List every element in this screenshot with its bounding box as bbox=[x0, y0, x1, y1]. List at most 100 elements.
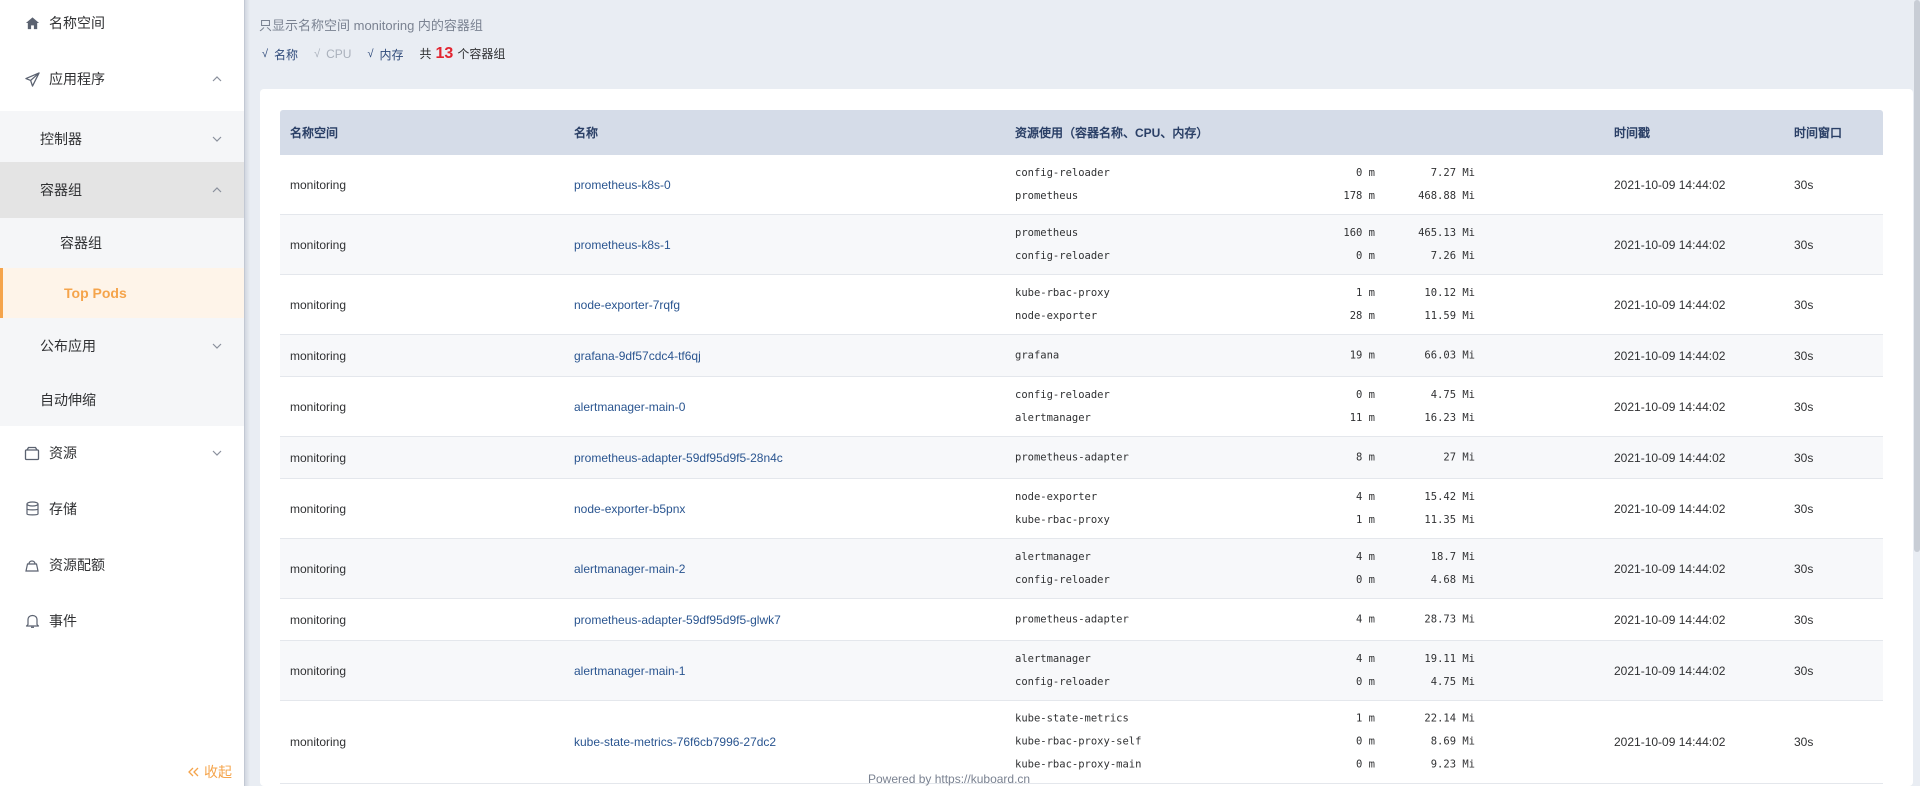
sidebar-item-label: 容器组 bbox=[40, 182, 82, 198]
container-cpu: 0 m bbox=[1356, 758, 1375, 771]
namespace-cell: monitoring bbox=[290, 663, 347, 678]
container-usage-list: kube-state-metrics 1 m 22.14 Mi kube-rbac-p… bbox=[1015, 708, 1495, 777]
container-name: prometheus bbox=[1015, 189, 1079, 202]
container-cpu: 8 m bbox=[1356, 451, 1375, 463]
sort-by-name[interactable]: √ 名称 bbox=[262, 46, 298, 63]
sidebar-item-resources[interactable]: 资源 bbox=[0, 428, 244, 478]
pod-name-link[interactable]: node-exporter-b5pnx bbox=[574, 502, 685, 516]
table-row: monitoring prometheus-k8s-0 config-reloade… bbox=[280, 155, 1883, 215]
container-memory: 9.23 Mi bbox=[1430, 758, 1475, 771]
container-cpu: 1 m bbox=[1356, 513, 1375, 526]
sidebar-item-label: 事件 bbox=[49, 613, 77, 629]
container-cpu: 1 m bbox=[1356, 712, 1375, 725]
total-count: 共 13 个容器组 bbox=[420, 45, 506, 63]
sidebar-item-label: 自动伸缩 bbox=[40, 392, 96, 408]
sort-label: 内存 bbox=[379, 47, 404, 62]
page-scrollbar[interactable] bbox=[1914, 0, 1920, 786]
pod-name-link[interactable]: prometheus-adapter-59df95d9f5-glwk7 bbox=[574, 613, 781, 627]
timestamp-cell: 2021-10-09 14:44:02 bbox=[1614, 612, 1726, 627]
collapse-sidebar-button[interactable]: 收起 bbox=[188, 760, 232, 784]
column-header-window[interactable]: 时间窗口 bbox=[1794, 124, 1842, 141]
container-usage: config-reloader 0 m 4.75 Mi bbox=[1015, 671, 1495, 694]
pod-name-link[interactable]: prometheus-adapter-59df95d9f5-28n4c bbox=[574, 451, 783, 465]
container-memory: 4.68 Mi bbox=[1430, 573, 1475, 586]
container-usage: prometheus 160 m 465.13 Mi bbox=[1015, 222, 1495, 245]
column-header-timestamp[interactable]: 时间戳 bbox=[1614, 124, 1650, 141]
container-usage: kube-rbac-proxy-main 0 m 9.23 Mi bbox=[1015, 754, 1495, 777]
sidebar-item-publish-apps[interactable]: 公布应用 bbox=[0, 318, 244, 374]
column-header-resources[interactable]: 资源使用（容器名称、CPU、内存） bbox=[1015, 124, 1208, 141]
sidebar-item-applications[interactable]: 应用程序 bbox=[0, 56, 244, 102]
sidebar-item-top-pods[interactable]: Top Pods bbox=[0, 268, 244, 318]
sidebar-item-storage[interactable]: 存储 bbox=[0, 484, 244, 534]
namespace-cell: monitoring bbox=[290, 348, 347, 363]
bell-icon bbox=[23, 612, 41, 630]
namespace-cell: monitoring bbox=[290, 177, 347, 192]
container-cpu: 0 m bbox=[1356, 735, 1375, 748]
table-row: monitoring kube-state-metrics-76f6cb7996-… bbox=[280, 701, 1883, 784]
table-row: monitoring alertmanager-main-2 alertmanage… bbox=[280, 539, 1883, 599]
table-row: monitoring grafana-9df57cdc4-tf6qj grafana… bbox=[280, 335, 1883, 377]
column-header-namespace[interactable]: 名称空间 bbox=[290, 124, 338, 141]
container-name: config-reloader bbox=[1015, 249, 1110, 262]
total-number: 13 bbox=[435, 45, 454, 62]
pod-name-link[interactable]: alertmanager-main-0 bbox=[574, 400, 685, 414]
pod-name-link[interactable]: prometheus-k8s-0 bbox=[574, 178, 671, 192]
scrollbar-thumb[interactable] bbox=[1914, 0, 1920, 552]
sidebar-item-label: 存储 bbox=[49, 501, 77, 517]
pod-name-link[interactable]: node-exporter-7rqfg bbox=[574, 298, 680, 312]
pod-name-link[interactable]: alertmanager-main-2 bbox=[574, 562, 685, 576]
sidebar-item-pods[interactable]: 容器组 bbox=[0, 218, 244, 268]
container-memory: 465.13 Mi bbox=[1418, 226, 1475, 239]
container-memory: 22.14 Mi bbox=[1424, 712, 1475, 725]
container-name: prometheus-adapter bbox=[1015, 451, 1129, 463]
window-cell: 30s bbox=[1794, 297, 1814, 312]
sort-label: CPU bbox=[326, 47, 352, 61]
sidebar-item-pods-group[interactable]: 容器组 bbox=[0, 162, 244, 218]
window-cell: 30s bbox=[1794, 501, 1814, 516]
chevron-down-icon bbox=[212, 136, 222, 142]
container-name: config-reloader bbox=[1015, 675, 1110, 688]
container-cpu: 0 m bbox=[1356, 675, 1375, 688]
sidebar-item-autoscaling[interactable]: 自动伸缩 bbox=[0, 374, 244, 426]
pod-name-link[interactable]: grafana-9df57cdc4-tf6qj bbox=[574, 349, 701, 363]
pod-name-link[interactable]: alertmanager-main-1 bbox=[574, 664, 685, 678]
sidebar-item-namespace[interactable]: 名称空间 bbox=[0, 0, 244, 46]
sidebar-item-events[interactable]: 事件 bbox=[0, 596, 244, 646]
container-usage: kube-rbac-proxy 1 m 11.35 Mi bbox=[1015, 509, 1495, 532]
container-memory: 27 Mi bbox=[1443, 451, 1475, 463]
home-icon bbox=[23, 14, 41, 32]
pod-name-link[interactable]: kube-state-metrics-76f6cb7996-27dc2 bbox=[574, 735, 776, 749]
timestamp-cell: 2021-10-09 14:44:02 bbox=[1614, 450, 1726, 465]
container-usage: prometheus-adapter 4 m 28.73 Mi bbox=[1015, 608, 1495, 631]
container-cpu: 0 m bbox=[1356, 388, 1375, 401]
container-memory: 19.11 Mi bbox=[1424, 652, 1475, 665]
timestamp-cell: 2021-10-09 14:44:02 bbox=[1614, 237, 1726, 252]
container-name: prometheus-adapter bbox=[1015, 613, 1129, 625]
main-content: 只显示名称空间 monitoring 内的容器组 √ 名称 √ CPU √ 内存… bbox=[250, 0, 1920, 786]
pods-card: 名称空间 名称 资源使用（容器名称、CPU、内存） 时间戳 时间窗口 monit… bbox=[260, 89, 1913, 786]
container-usage-list: alertmanager 4 m 18.7 Mi config-reloader 0 m… bbox=[1015, 546, 1495, 592]
check-icon: √ bbox=[367, 48, 374, 60]
pod-name-link[interactable]: prometheus-k8s-1 bbox=[574, 238, 671, 252]
sidebar-item-quota[interactable]: 资源配额 bbox=[0, 540, 244, 590]
container-usage: alertmanager 4 m 18.7 Mi bbox=[1015, 546, 1495, 569]
paper-plane-icon bbox=[23, 70, 41, 88]
sort-by-memory[interactable]: √ 内存 bbox=[367, 46, 403, 63]
window-cell: 30s bbox=[1794, 735, 1814, 749]
sidebar-item-label: 资源配额 bbox=[49, 557, 105, 573]
timestamp-cell: 2021-10-09 14:44:02 bbox=[1614, 177, 1726, 192]
container-memory: 7.26 Mi bbox=[1430, 249, 1475, 262]
container-memory: 11.35 Mi bbox=[1424, 513, 1475, 526]
window-cell: 30s bbox=[1794, 561, 1814, 576]
column-header-name[interactable]: 名称 bbox=[574, 124, 598, 141]
container-usage-list: prometheus-adapter 8 m 27 Mi bbox=[1015, 446, 1495, 469]
sort-by-cpu[interactable]: √ CPU bbox=[314, 47, 351, 61]
timestamp-cell: 2021-10-09 14:44:02 bbox=[1614, 348, 1726, 363]
window-cell: 30s bbox=[1794, 399, 1814, 414]
total-suffix: 个容器组 bbox=[457, 47, 506, 61]
container-cpu: 0 m bbox=[1356, 249, 1375, 262]
sidebar-item-controllers[interactable]: 控制器 bbox=[0, 111, 244, 167]
sidebar-item-label: 应用程序 bbox=[49, 71, 105, 87]
container-cpu: 4 m bbox=[1356, 652, 1375, 665]
